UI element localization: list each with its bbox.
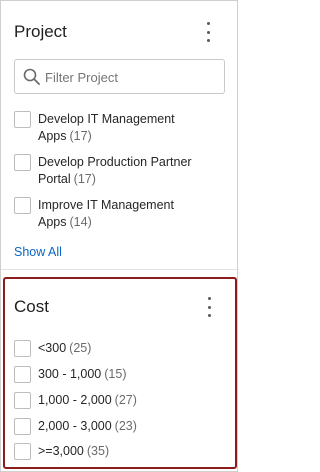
- option-label: 1,000 - 2,000: [38, 393, 112, 407]
- option-label: 2,000 - 3,000: [38, 419, 112, 433]
- cost-facet-title: Cost: [14, 297, 49, 316]
- project-filter-box[interactable]: [14, 59, 225, 94]
- checkbox[interactable]: [14, 418, 31, 435]
- project-option-label: Develop IT Management Apps (17): [38, 111, 218, 145]
- project-option[interactable]: Improve IT Management Apps (14): [14, 197, 218, 231]
- checkbox[interactable]: [14, 392, 31, 409]
- option-label: 300 - 1,000: [38, 367, 102, 381]
- cost-option[interactable]: 1,000 - 2,000 (27): [14, 392, 218, 409]
- option-count: (23): [114, 419, 137, 433]
- cost-option[interactable]: 2,000 - 3,000 (23): [14, 418, 218, 435]
- checkbox[interactable]: [14, 443, 31, 460]
- option-count: (17): [69, 129, 92, 143]
- option-count: (15): [104, 367, 127, 381]
- option-label-line1: Improve IT Management: [38, 198, 174, 212]
- search-icon: [23, 68, 40, 85]
- more-vertical-icon[interactable]: [202, 297, 216, 317]
- show-all-link[interactable]: Show All: [14, 245, 62, 259]
- faceted-search-panel: Project Develop IT Management Apps(17) D…: [0, 0, 239, 472]
- checkbox[interactable]: [14, 340, 31, 357]
- option-label-line1: Develop Production Partner: [38, 155, 192, 169]
- more-vertical-icon[interactable]: [201, 22, 215, 42]
- cost-option-label: 300 - 1,000 (15): [38, 366, 218, 383]
- option-label-line2: Apps: [38, 129, 67, 143]
- cost-option[interactable]: <300 (25): [14, 340, 218, 357]
- option-label-line2: Portal: [38, 172, 71, 186]
- cost-option[interactable]: >=3,000 (35): [14, 443, 218, 460]
- checkbox[interactable]: [14, 197, 31, 214]
- cost-facet-panel: Cost <300 (25) 300 - 1,000 (15) 1,000 - 2,…: [3, 277, 237, 469]
- project-option[interactable]: Develop IT Management Apps (17): [14, 111, 218, 145]
- option-count: (27): [114, 393, 137, 407]
- project-filter-input[interactable]: [45, 66, 220, 88]
- checkbox[interactable]: [14, 366, 31, 383]
- cost-option-label: 2,000 - 3,000 (23): [38, 418, 218, 435]
- cost-option[interactable]: 300 - 1,000 (15): [14, 366, 218, 383]
- option-label: >=3,000: [38, 444, 84, 458]
- section-divider: [1, 269, 239, 270]
- option-count: (25): [69, 341, 92, 355]
- option-label-line2: Apps: [38, 215, 67, 229]
- project-option-label: Improve IT Management Apps (14): [38, 197, 218, 231]
- option-label: <300: [38, 341, 67, 355]
- cost-option-label: 1,000 - 2,000 (27): [38, 392, 218, 409]
- checkbox[interactable]: [14, 154, 31, 171]
- option-count: (17): [73, 172, 96, 186]
- project-facet-title: Project: [14, 22, 67, 41]
- option-count: (14): [69, 215, 92, 229]
- option-label-line1: Develop IT Management: [38, 112, 175, 126]
- checkbox[interactable]: [14, 111, 31, 128]
- project-option-label: Develop Production Partner Portal (17): [38, 154, 218, 188]
- project-option[interactable]: Develop Production Partner Portal (17): [14, 154, 218, 188]
- cost-option-label: <300 (25): [38, 340, 218, 357]
- option-count: (35): [86, 444, 110, 458]
- cost-option-label: >=3,000 (35): [38, 443, 218, 460]
